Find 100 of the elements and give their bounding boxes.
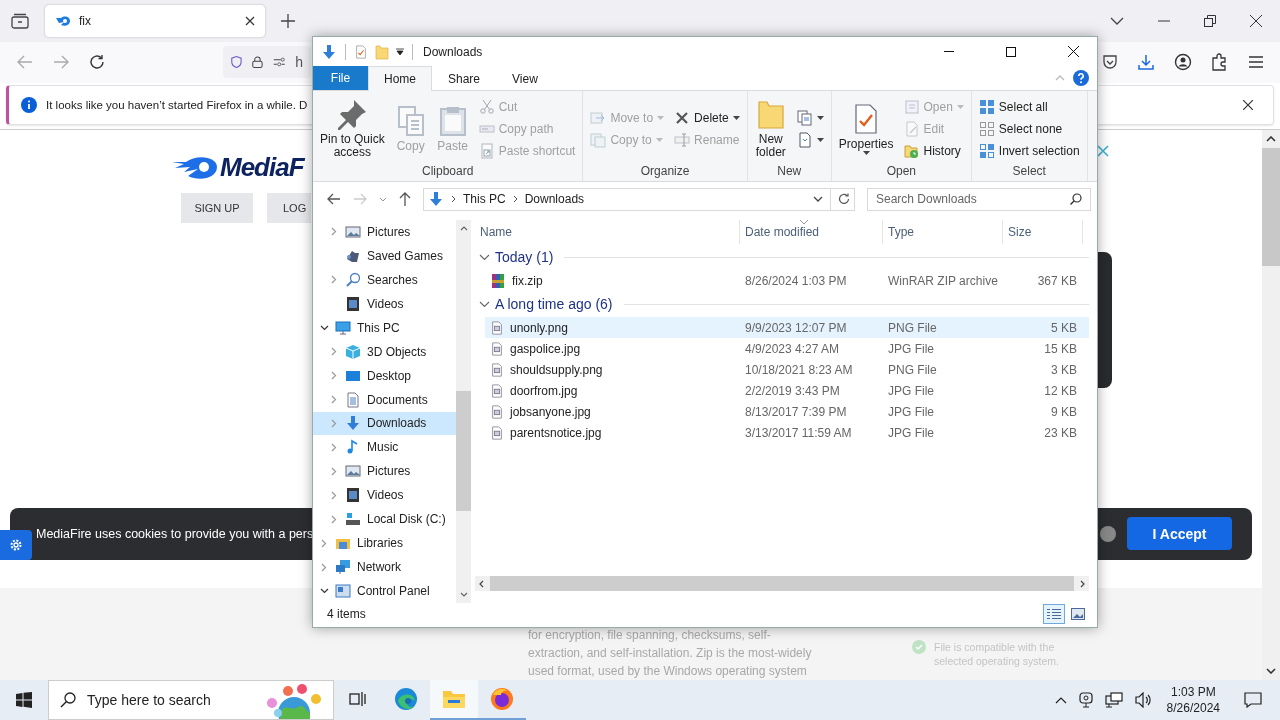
menu-icon[interactable]: [1248, 56, 1264, 69]
logo-text[interactable]: MediaF: [220, 152, 304, 183]
file-row[interactable]: jobsanyone.jpg 8/13/2017 7:39 PM JPG File 9 KB: [485, 401, 1089, 422]
address-field[interactable]: h: [223, 46, 311, 79]
chevron-right-icon[interactable]: [321, 538, 327, 548]
download-icon[interactable]: [321, 43, 337, 60]
file-row[interactable]: doorfrom.jpg 2/2/2019 3:43 PM JPG File 12 KB: [485, 380, 1089, 401]
tree-item[interactable]: Music: [313, 435, 456, 460]
scrollbar[interactable]: [1262, 130, 1280, 680]
ribbon-tab[interactable]: View: [496, 66, 554, 90]
chevron-right-icon[interactable]: [331, 466, 337, 476]
tree-item[interactable]: Network: [313, 555, 456, 580]
tree-item[interactable]: Local Disk (C:): [313, 507, 456, 532]
file-row[interactable]: shouldsupply.png 10/18/2021 8:23 AM PNG File 3 KB: [485, 359, 1089, 380]
tree-item[interactable]: Saved Games: [313, 243, 456, 268]
chevron-down-icon[interactable]: [479, 300, 490, 308]
scroll-down-icon[interactable]: [1266, 668, 1276, 674]
column-header[interactable]: Size: [1003, 220, 1083, 244]
tree-item[interactable]: Pictures: [313, 459, 456, 484]
chevron-up-icon[interactable]: [1054, 696, 1067, 704]
ribbon-tab[interactable]: Share: [432, 66, 497, 90]
ribbon-button[interactable]: Pin to Quick access: [317, 96, 388, 161]
clock[interactable]: 1:03 PM 8/26/2024: [1166, 684, 1220, 716]
pocket-icon[interactable]: [1102, 54, 1118, 71]
group-header[interactable]: A long time ago (6): [475, 291, 1089, 317]
download-icon[interactable]: [1138, 54, 1154, 71]
search-field[interactable]: Type here to search: [48, 680, 334, 720]
caret-icon[interactable]: [396, 47, 404, 56]
tree-item[interactable]: Control Panel: [313, 579, 456, 603]
chevron-down-icon[interactable]: [319, 588, 329, 595]
close-icon[interactable]: [245, 16, 255, 27]
chevron-down-icon[interactable]: [1110, 17, 1124, 26]
column-header[interactable]: Date modified: [740, 220, 883, 244]
ribbon-button[interactable]: Select none: [975, 118, 1083, 139]
chevron-right-icon[interactable]: [331, 347, 337, 357]
close-icon[interactable]: [1243, 99, 1253, 110]
accept-button[interactable]: I Accept: [1127, 517, 1232, 551]
taskbar-button[interactable]: [430, 680, 478, 720]
tree-item[interactable]: Downloads: [313, 411, 456, 436]
tree-item[interactable]: Searches: [313, 267, 456, 292]
puzzle-icon[interactable]: [1212, 53, 1228, 72]
tree-item[interactable]: Desktop: [313, 363, 456, 388]
chevron-right-icon[interactable]: [331, 275, 337, 285]
scroll-right-icon[interactable]: [1080, 579, 1085, 588]
breadcrumb[interactable]: This PC: [463, 192, 506, 206]
scroll-thumb[interactable]: [1262, 148, 1280, 266]
tree-item[interactable]: Libraries: [313, 531, 456, 556]
scroll-left-icon[interactable]: [479, 579, 484, 588]
minimize-icon[interactable]: [1158, 20, 1170, 23]
ribbon-button[interactable]: History: [900, 140, 967, 161]
scroll-down-icon[interactable]: [459, 592, 468, 597]
breadcrumb[interactable]: Downloads: [524, 192, 585, 206]
ribbon-button[interactable]: Invert selection: [975, 140, 1083, 161]
tree-item[interactable]: 3D Objects: [313, 339, 456, 364]
chevron-down-icon[interactable]: [479, 253, 490, 261]
properties-icon[interactable]: [354, 43, 368, 60]
back-icon[interactable]: [327, 193, 341, 205]
file-row[interactable]: parentsnotice.jpg 3/13/2017 11:59 AM JPG File 23 KB: [485, 422, 1089, 443]
chevron-right-icon[interactable]: [331, 442, 337, 452]
chevron-right-icon[interactable]: [331, 227, 337, 237]
chevron-right-icon[interactable]: [331, 490, 337, 500]
tree-item[interactable]: Videos: [313, 291, 456, 316]
chevron-down-icon[interactable]: [319, 324, 329, 331]
search-field[interactable]: Search Downloads: [867, 187, 1091, 211]
close-icon[interactable]: [1068, 46, 1079, 57]
settings-button[interactable]: [0, 530, 32, 560]
file-row[interactable]: unonly.png 9/9/2023 12:07 PM PNG File 5 KB: [485, 317, 1089, 338]
ribbon-button[interactable]: Properties: [835, 100, 897, 157]
restore-icon[interactable]: [1204, 15, 1216, 28]
scroll-up-icon[interactable]: [459, 226, 468, 231]
header-button[interactable]: LOG: [267, 193, 311, 223]
column-header[interactable]: Type: [883, 220, 1003, 244]
column-header[interactable]: Name: [475, 220, 740, 244]
chevron-right-icon[interactable]: [331, 371, 337, 381]
help-icon[interactable]: [1073, 70, 1089, 86]
file-row[interactable]: fix.zip 8/26/2024 1:03 PM WinRAR ZIP archive 367 KB: [485, 270, 1089, 291]
new-tab-icon[interactable]: [281, 14, 295, 29]
webcam-icon[interactable]: [1078, 692, 1093, 708]
speaker-icon[interactable]: [1134, 692, 1153, 708]
account-icon[interactable]: [1174, 53, 1192, 72]
scrollbar[interactable]: [456, 220, 471, 603]
group-header[interactable]: Today (1): [475, 244, 1089, 270]
notification-icon[interactable]: [1244, 692, 1262, 708]
details-view-button[interactable]: [1043, 604, 1065, 624]
chevron-right-icon[interactable]: [331, 395, 337, 405]
tree-item[interactable]: Documents: [313, 387, 456, 412]
chevron-down-icon[interactable]: [813, 196, 823, 202]
header-button[interactable]: SIGN UP: [181, 193, 253, 223]
network-icon[interactable]: [1104, 692, 1123, 708]
chevron-right-icon[interactable]: [321, 562, 327, 572]
up-arrow-icon[interactable]: [399, 192, 411, 206]
tree-item[interactable]: Videos: [313, 483, 456, 508]
maximize-icon[interactable]: [1006, 46, 1016, 57]
ribbon-button[interactable]: Select all: [975, 96, 1083, 117]
tree-item[interactable]: Pictures: [313, 220, 456, 244]
ribbon-tab[interactable]: Home: [368, 66, 432, 91]
scroll-up-icon[interactable]: [1266, 136, 1276, 142]
file-tab[interactable]: File: [313, 66, 368, 90]
close-icon[interactable]: [1250, 15, 1262, 28]
chevron-right-icon[interactable]: [331, 514, 337, 524]
